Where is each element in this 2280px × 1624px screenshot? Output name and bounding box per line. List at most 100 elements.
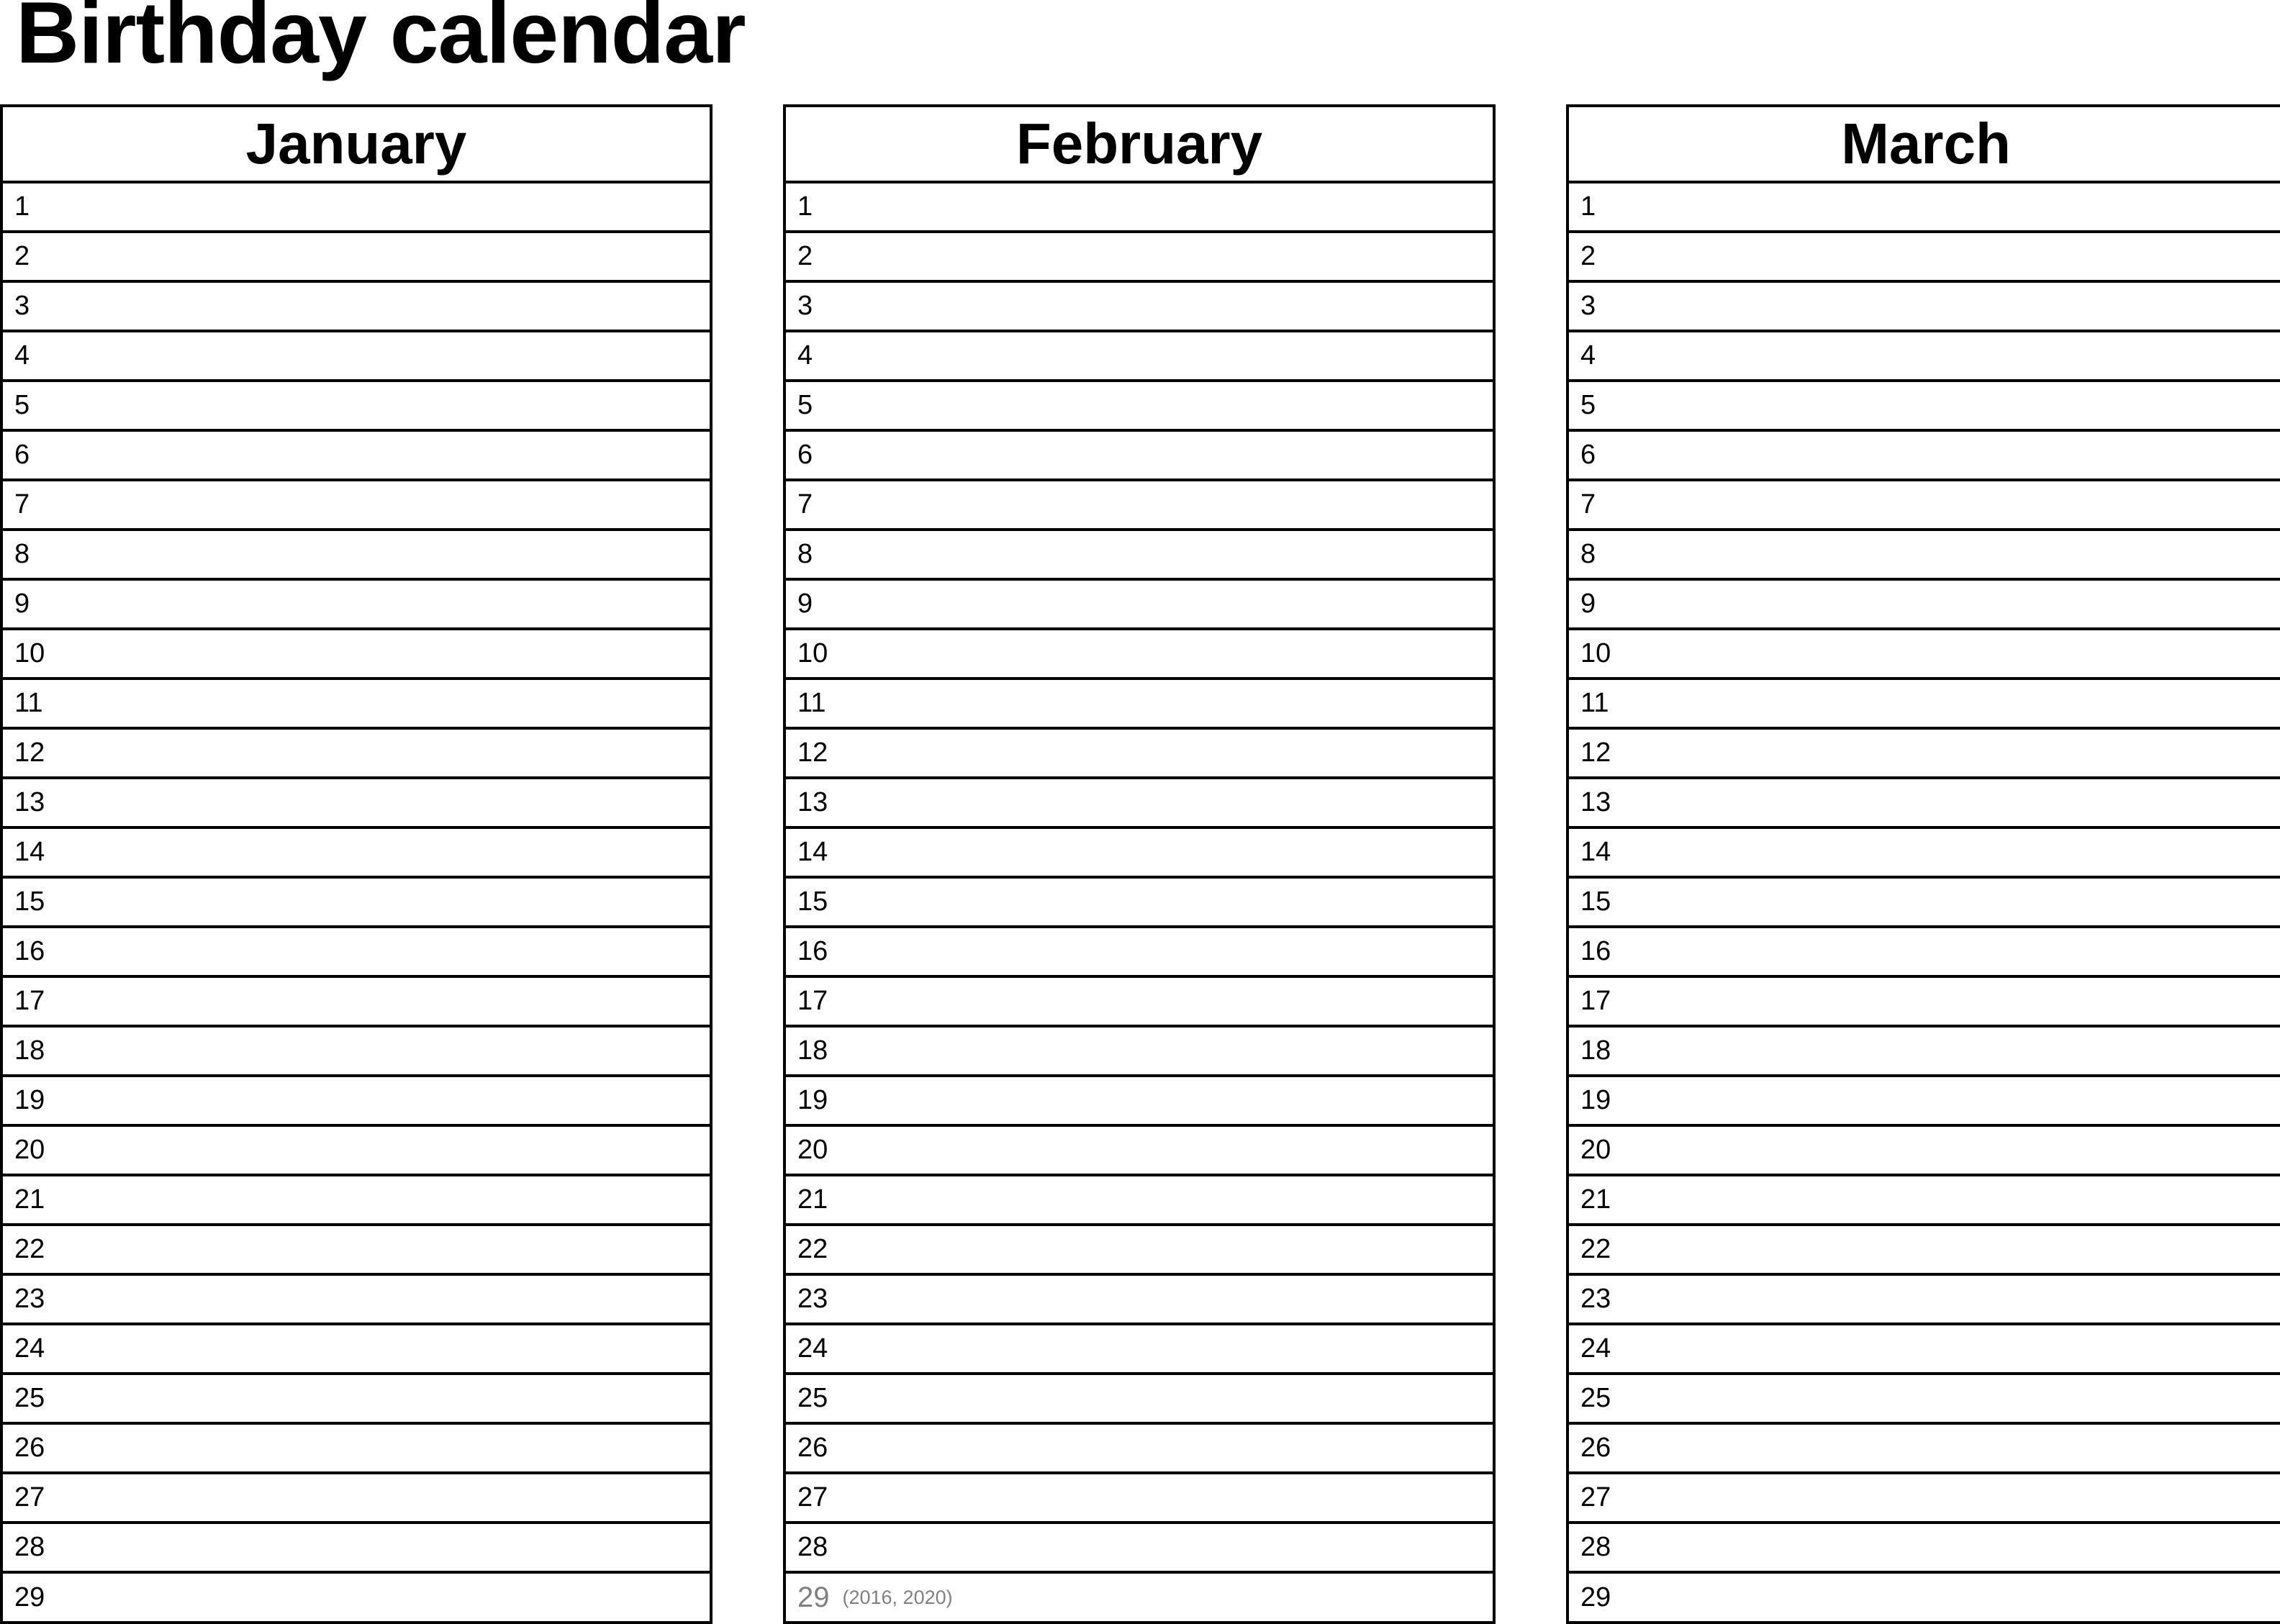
day-row[interactable]: 28 [3,1524,710,1574]
day-row[interactable]: 24 [3,1325,710,1375]
day-row[interactable]: 5 [786,382,1493,432]
day-row[interactable]: 18 [3,1028,710,1077]
day-row[interactable]: 24 [786,1325,1493,1375]
day-row[interactable]: 23 [786,1276,1493,1325]
day-row[interactable]: 7 [786,481,1493,531]
day-row[interactable]: 29 [1569,1574,2280,1621]
day-row[interactable]: 15 [1569,879,2280,928]
day-row[interactable]: 11 [786,680,1493,730]
day-row[interactable]: 18 [1569,1028,2280,1077]
day-row[interactable]: 3 [3,283,710,332]
day-row[interactable]: 10 [1569,630,2280,680]
day-row[interactable]: 15 [3,879,710,928]
day-row[interactable]: 20 [1569,1127,2280,1176]
day-row[interactable]: 6 [786,432,1493,481]
day-row[interactable]: 20 [786,1127,1493,1176]
day-row[interactable]: 21 [786,1176,1493,1226]
day-row[interactable]: 8 [3,531,710,581]
day-row[interactable]: 25 [3,1375,710,1425]
day-row[interactable]: 19 [3,1077,710,1127]
day-row[interactable]: 25 [1569,1375,2280,1425]
day-row[interactable]: 8 [1569,531,2280,581]
day-row[interactable]: 25 [786,1375,1493,1425]
day-row[interactable]: 3 [786,283,1493,332]
day-row[interactable]: 17 [786,978,1493,1028]
day-row[interactable]: 28 [786,1524,1493,1574]
day-row[interactable]: 26 [786,1425,1493,1474]
day-row[interactable]: 29 [3,1574,710,1621]
day-number: 25 [1580,1383,1611,1413]
day-row[interactable]: 26 [1569,1425,2280,1474]
day-row[interactable]: 28 [1569,1524,2280,1574]
day-row[interactable]: 1 [3,183,710,233]
day-row[interactable]: 4 [786,332,1493,382]
day-row[interactable]: 6 [3,432,710,481]
month-table-march: March 1 2 3 4 5 6 7 8 9 10 11 12 13 14 15 16 17 18 19 20 21 2… [1566,104,2280,1624]
day-row[interactable]: 26 [3,1425,710,1474]
day-number: 10 [14,638,45,668]
day-row[interactable]: 16 [786,928,1493,978]
day-row[interactable]: 10 [3,630,710,680]
day-row[interactable]: 10 [786,630,1493,680]
day-row[interactable]: 14 [1569,829,2280,879]
day-row[interactable]: 12 [786,730,1493,779]
day-row[interactable]: 13 [3,779,710,829]
day-row[interactable]: 2 [786,233,1493,283]
day-number: 9 [797,589,813,619]
day-row[interactable]: 7 [1569,481,2280,531]
day-row[interactable]: 8 [786,531,1493,581]
day-row[interactable]: 16 [3,928,710,978]
day-row[interactable]: 13 [786,779,1493,829]
day-row[interactable]: 12 [1569,730,2280,779]
day-row[interactable]: 1 [1569,183,2280,233]
day-row[interactable]: 29 (2016, 2020) [786,1574,1493,1621]
day-row[interactable]: 21 [1569,1176,2280,1226]
day-row[interactable]: 12 [3,730,710,779]
day-row[interactable]: 22 [3,1226,710,1276]
day-row[interactable]: 17 [3,978,710,1028]
day-number: 17 [1580,986,1611,1016]
day-row[interactable]: 22 [786,1226,1493,1276]
day-row[interactable]: 15 [786,879,1493,928]
day-row[interactable]: 7 [3,481,710,531]
day-row[interactable]: 11 [1569,680,2280,730]
day-row[interactable]: 9 [786,581,1493,630]
day-row[interactable]: 14 [3,829,710,879]
day-row[interactable]: 5 [1569,382,2280,432]
day-row[interactable]: 4 [1569,332,2280,382]
day-number: 14 [1580,837,1611,867]
day-row[interactable]: 24 [1569,1325,2280,1375]
day-row[interactable]: 1 [786,183,1493,233]
day-number: 25 [797,1383,828,1413]
day-row[interactable]: 5 [3,382,710,432]
day-row[interactable]: 21 [3,1176,710,1226]
day-row[interactable]: 16 [1569,928,2280,978]
day-row[interactable]: 18 [786,1028,1493,1077]
page-title: Birthday calendar [16,0,746,81]
day-row[interactable]: 27 [3,1474,710,1524]
day-row[interactable]: 27 [1569,1474,2280,1524]
day-row[interactable]: 27 [786,1474,1493,1524]
day-row[interactable]: 17 [1569,978,2280,1028]
day-row[interactable]: 6 [1569,432,2280,481]
day-row[interactable]: 19 [1569,1077,2280,1127]
day-number: 8 [1580,539,1596,569]
day-row[interactable]: 2 [1569,233,2280,283]
day-number: 22 [797,1234,828,1264]
day-number: 17 [14,986,45,1016]
day-row[interactable]: 22 [1569,1226,2280,1276]
day-row[interactable]: 2 [3,233,710,283]
day-row[interactable]: 11 [3,680,710,730]
day-row[interactable]: 20 [3,1127,710,1176]
day-row[interactable]: 23 [1569,1276,2280,1325]
day-row[interactable]: 14 [786,829,1493,879]
day-number: 3 [1580,291,1596,321]
day-row[interactable]: 23 [3,1276,710,1325]
day-row[interactable]: 9 [1569,581,2280,630]
day-row[interactable]: 4 [3,332,710,382]
day-row[interactable]: 9 [3,581,710,630]
day-row[interactable]: 19 [786,1077,1493,1127]
day-number: 16 [14,936,45,966]
day-row[interactable]: 13 [1569,779,2280,829]
day-row[interactable]: 3 [1569,283,2280,332]
